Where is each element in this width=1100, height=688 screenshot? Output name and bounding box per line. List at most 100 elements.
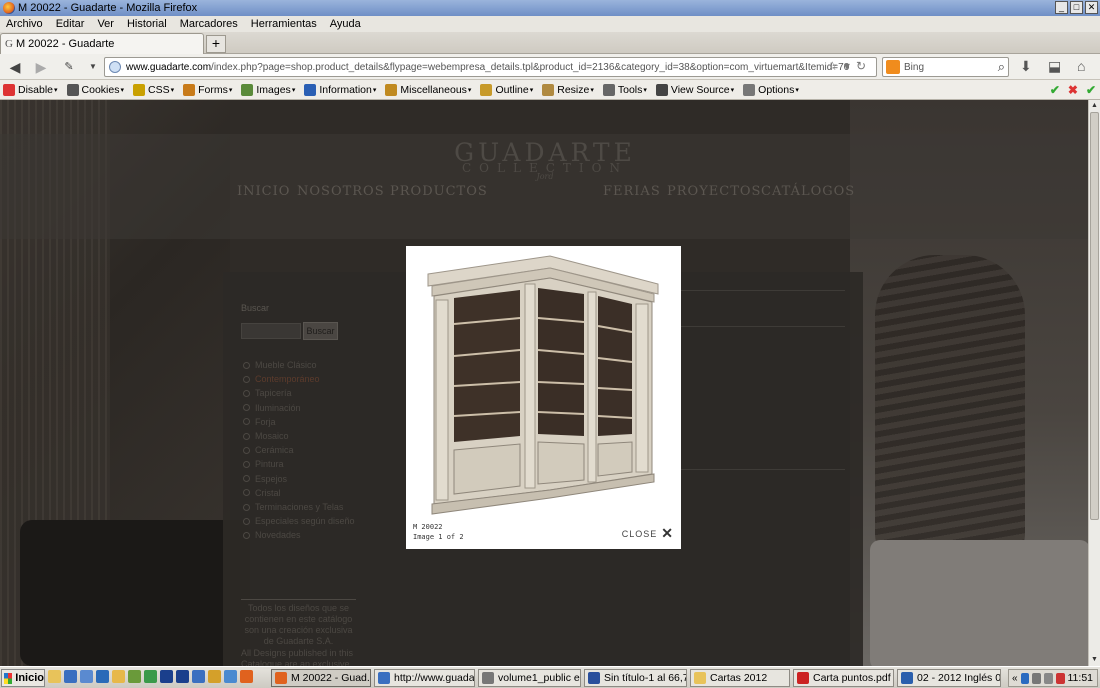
category-item[interactable]: Mosaico xyxy=(243,431,289,441)
menu-herramientas[interactable]: Herramientas xyxy=(251,18,317,30)
downloads-panel-icon[interactable]: ⬓ xyxy=(1048,58,1061,75)
devtool-view-source[interactable]: View Source ▾ xyxy=(655,83,734,96)
nav-inicio[interactable]: INICIO xyxy=(237,184,290,199)
ie-icon[interactable] xyxy=(64,670,77,683)
search-input[interactable]: Bing xyxy=(904,62,924,73)
bookmark-star-icon[interactable]: ☆▾↻ xyxy=(827,59,872,73)
category-item[interactable]: Terminaciones y Telas xyxy=(243,502,343,512)
url-text[interactable]: www.guadarte.com/index.php?page=shop.pro… xyxy=(126,62,849,73)
site-search-input[interactable] xyxy=(241,323,301,339)
folder-icon[interactable] xyxy=(48,670,61,683)
nav-proyectos[interactable]: PROYECTOS xyxy=(667,184,761,199)
taskbar-task[interactable]: 02 - 2012 Inglés 0... xyxy=(897,669,1001,687)
media-icon[interactable] xyxy=(208,670,221,683)
category-item[interactable]: Cristal xyxy=(243,488,281,498)
taskbar-task[interactable]: Cartas 2012 xyxy=(690,669,790,687)
devtool-css[interactable]: CSS ▾ xyxy=(133,83,174,96)
url-bar[interactable]: www.guadarte.com/index.php?page=shop.pro… xyxy=(104,57,877,77)
scroll-down-icon[interactable]: ▼ xyxy=(1089,654,1100,666)
bluetooth-icon[interactable] xyxy=(1020,672,1030,684)
devtool-forms[interactable]: Forms ▾ xyxy=(183,83,232,96)
devtool-images[interactable]: Images ▾ xyxy=(241,83,295,96)
resize-icon xyxy=(542,83,555,96)
bullet-icon xyxy=(243,432,250,440)
devtool-information[interactable]: Information ▾ xyxy=(304,83,376,96)
security-icon[interactable] xyxy=(1055,672,1065,684)
scroll-thumb[interactable] xyxy=(1090,112,1099,520)
vertical-scrollbar[interactable]: ▲ ▼ xyxy=(1088,100,1100,666)
outlook-icon[interactable] xyxy=(192,670,205,683)
menu-editar[interactable]: Editar xyxy=(56,18,85,30)
maximize-button[interactable]: □ xyxy=(1070,1,1083,14)
nav-productos[interactable]: PRODUCTOS xyxy=(390,184,488,199)
taskbar-task[interactable]: Sin título-1 al 66,7... xyxy=(584,669,687,687)
firefox-launch-icon[interactable] xyxy=(240,670,253,683)
render-mode-icon[interactable]: ✔ xyxy=(1086,83,1096,97)
category-item[interactable]: Iluminación xyxy=(243,403,301,413)
taskbar-task[interactable]: http://www.guada... xyxy=(374,669,475,687)
category-item[interactable]: Espejos xyxy=(243,474,287,484)
guadarte-logo[interactable]: GUADARTE COLLECTION Jord xyxy=(445,138,645,181)
menu-ayuda[interactable]: Ayuda xyxy=(330,18,361,30)
devtool-outline[interactable]: Outline ▾ xyxy=(480,83,533,96)
category-label: Iluminación xyxy=(255,402,301,413)
forward-icon[interactable]: ▶ xyxy=(32,58,50,76)
chart-app-icon[interactable] xyxy=(128,670,141,683)
devtool-disable[interactable]: Disable ▾ xyxy=(3,83,58,96)
category-item[interactable]: Tapicería xyxy=(243,388,292,398)
explorer-icon[interactable] xyxy=(112,670,125,683)
category-item[interactable]: Contemporáneo xyxy=(243,374,320,384)
photoshop2-icon[interactable] xyxy=(176,670,189,683)
devtool-miscellaneous[interactable]: Miscellaneous ▾ xyxy=(385,83,471,96)
back-icon[interactable]: ◀ xyxy=(6,58,24,76)
globe-app-icon[interactable] xyxy=(224,670,237,683)
devtool-tools[interactable]: Tools ▾ xyxy=(602,83,647,96)
download-icon[interactable]: ⬇ xyxy=(1020,58,1032,75)
menu-historial[interactable]: Historial xyxy=(127,18,167,30)
history-dropdown-icon[interactable]: ▼ xyxy=(84,58,102,76)
menu-ver[interactable]: Ver xyxy=(97,18,114,30)
tray-expand-button[interactable]: « xyxy=(1012,673,1018,684)
word-icon[interactable] xyxy=(96,670,109,683)
devtool-resize[interactable]: Resize ▾ xyxy=(542,83,594,96)
category-item[interactable]: Mueble Clásico xyxy=(243,360,317,370)
menu-marcadores[interactable]: Marcadores xyxy=(180,18,238,30)
category-item[interactable]: Forja xyxy=(243,417,276,427)
nav-ferias[interactable]: FERIAS xyxy=(603,184,661,199)
nav-nosotros[interactable]: NOSOTROS xyxy=(297,184,385,199)
desktop-icon[interactable] xyxy=(80,670,93,683)
css-valid-icon[interactable]: ✔ xyxy=(1050,83,1060,97)
js-error-icon[interactable]: ✖ xyxy=(1068,83,1078,97)
nav-catalogos[interactable]: CATÁLOGOS xyxy=(761,184,855,199)
taskbar-task[interactable]: volume1_public e... xyxy=(478,669,581,687)
site-search-button[interactable]: Buscar xyxy=(303,322,338,340)
tab-guadarte[interactable]: G M 20022 - Guadarte xyxy=(0,33,204,54)
start-button[interactable]: Inicio xyxy=(1,669,45,687)
menu-archivo[interactable]: Archivo xyxy=(6,18,43,30)
new-tab-button[interactable]: + xyxy=(206,35,226,53)
lightbox-close-button[interactable]: CLOSE ✕ xyxy=(622,525,674,542)
category-item[interactable]: Pintura xyxy=(243,459,284,469)
minimize-button[interactable]: _ xyxy=(1055,1,1068,14)
bing-engine-icon[interactable] xyxy=(886,60,900,74)
close-window-button[interactable]: ✕ xyxy=(1085,1,1098,14)
navigation-bar: ◀ ▶ ✎ ▼ www.guadarte.com/index.php?page=… xyxy=(0,54,1100,80)
taskbar-task[interactable]: M 20022 - Guad... xyxy=(271,669,371,687)
home-icon[interactable]: ⌂ xyxy=(1077,58,1085,74)
network-icon[interactable] xyxy=(1032,672,1042,684)
category-item[interactable]: Novedades xyxy=(243,530,301,540)
scroll-up-icon[interactable]: ▲ xyxy=(1089,100,1100,112)
devtool-cookies[interactable]: Cookies ▾ xyxy=(66,83,124,96)
photoshop-icon[interactable] xyxy=(160,670,173,683)
volume-icon[interactable] xyxy=(1044,672,1053,684)
sheet-app-icon[interactable] xyxy=(144,670,157,683)
search-bar[interactable]: Bing ⌕ xyxy=(882,57,1009,77)
category-item[interactable]: Especiales según diseño xyxy=(243,516,355,526)
category-item[interactable]: Cerámica xyxy=(243,445,294,455)
taskbar-task[interactable]: Carta puntos.pdf -... xyxy=(793,669,894,687)
search-icon[interactable]: ⌕ xyxy=(998,59,1005,75)
window-controls: _ □ ✕ xyxy=(1055,1,1098,14)
identity-icon[interactable]: ✎ xyxy=(60,58,78,76)
taskbar: Inicio M 20022 - Guad... http://www.guada… xyxy=(0,666,1100,688)
devtool-options[interactable]: Options ▾ xyxy=(743,83,799,96)
